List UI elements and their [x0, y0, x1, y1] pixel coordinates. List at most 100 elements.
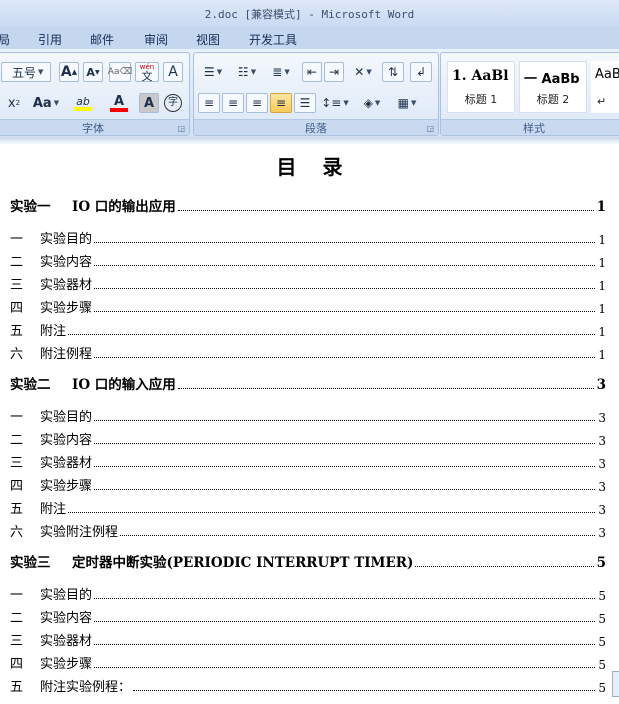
character-border-icon: A	[168, 64, 178, 80]
toc-section-entry[interactable]: 四 实验步骤 5	[10, 654, 606, 672]
toc-section-entry[interactable]: 六 实验附注例程 3	[10, 522, 606, 540]
tab-review[interactable]: 审阅	[144, 31, 168, 48]
distributed-align-icon: ☰	[299, 96, 311, 110]
paragraph-group-label: 段落	[194, 119, 438, 135]
shrink-font-icon: A	[86, 65, 95, 79]
dialog-launcher-icon[interactable]: ◲	[177, 124, 185, 133]
style-heading-1[interactable]: 1. AaBl 标题 1	[447, 61, 515, 113]
align-left-button[interactable]: ≡	[198, 93, 220, 113]
style-sample: 一 AaBb	[524, 72, 580, 87]
toc-number: 一	[10, 232, 24, 247]
toc-text: 附注例程	[40, 347, 93, 362]
show-marks-button[interactable]: ↲	[410, 62, 432, 82]
toc-section-entry[interactable]: 四 实验步骤 1	[10, 298, 606, 316]
page-title: 目录	[276, 155, 369, 179]
toc-leader-dots	[133, 689, 596, 691]
multilevel-list-button[interactable]: ≣ ▼	[266, 62, 296, 82]
highlight-button[interactable]: ab	[67, 93, 99, 113]
shrink-font-button[interactable]: A ▼	[83, 62, 103, 82]
scrollbar-handle[interactable]	[612, 671, 619, 697]
style-heading-2[interactable]: 一 AaBb 标题 2	[519, 61, 587, 113]
toc-number: 二	[10, 433, 24, 448]
clear-formatting-button[interactable]: Aa⌫	[107, 62, 133, 82]
distributed-button[interactable]: ☰	[294, 93, 316, 113]
toc-section-entry[interactable]: 一 实验目的 5	[10, 585, 606, 603]
toc-section-entry[interactable]: 二 实验内容 1	[10, 252, 606, 270]
font-color-button[interactable]: A	[103, 93, 135, 113]
character-border-button[interactable]: A	[163, 62, 183, 82]
toc-section-entry[interactable]: 二 实验内容 5	[10, 608, 606, 626]
toc-page-number: 5	[598, 589, 606, 603]
toc-section-entry[interactable]: 三 实验器材 3	[10, 453, 606, 471]
eraser-icon: Aa⌫	[107, 67, 133, 77]
toc-chapter-entry[interactable]: 实验三 定时器中断实验(PERIODIC INTERRUPT TIMER) 5	[10, 553, 606, 571]
toc-number: 三	[10, 278, 24, 293]
dialog-launcher-icon[interactable]: ◲	[426, 124, 434, 133]
toc-leader-dots	[94, 287, 596, 289]
chinese-layout-button[interactable]: ✕ ▼	[348, 62, 378, 82]
toc-number: 六	[10, 525, 24, 540]
subscript-icon: x	[7, 95, 16, 111]
shading-button[interactable]: ◈ ▼	[356, 93, 388, 113]
ribbon-tab-bar: 局 引用 邮件 审阅 视图 开发工具	[0, 27, 619, 49]
paragraph-group: ☰ ▼ ☷ ▼ ≣ ▼ ⇤ ⇥ ✕ ▼ ⇅ ↲ ≡ ≡ ≡ ≡ ☰ ↕≡ ▼ ◈…	[193, 52, 439, 136]
align-right-button[interactable]: ≡	[246, 93, 268, 113]
font-size-value: 五号	[12, 65, 37, 80]
change-case-icon: Aa	[32, 95, 52, 111]
toc-leader-dots	[94, 643, 596, 645]
toc-section-entry[interactable]: 五 附注 1	[10, 321, 606, 339]
phonetic-guide-button[interactable]: wén 文	[135, 62, 159, 82]
toc-page-number: 3	[598, 434, 606, 448]
style-normal[interactable]: AaB ↵	[591, 61, 619, 113]
toc-chapter-entry[interactable]: 实验一 IO 口的输出应用 1	[10, 197, 606, 215]
document-page[interactable]: 目录 实验一 IO 口的输出应用 1 一实验目的 1 二实验内容 1 三实验器材 1 四实验步骤 1…	[0, 145, 619, 704]
toc-leader-dots	[94, 310, 596, 312]
line-spacing-button[interactable]: ↕≡ ▼	[320, 93, 350, 113]
toc-text: 定时器中断实验(PERIODIC INTERRUPT TIMER)	[72, 555, 414, 571]
font-size-dropdown[interactable]: 五号 ▼	[1, 62, 51, 82]
toc-chapter-entry[interactable]: 实验二 IO 口的输入应用 3	[10, 375, 606, 393]
toc-leader-dots	[94, 419, 596, 421]
toc-page-number: 3	[598, 526, 606, 540]
bullets-button[interactable]: ☰ ▼	[198, 62, 228, 82]
toc-page-number: 1	[598, 348, 606, 362]
enclose-characters-button[interactable]: 字	[163, 93, 183, 113]
decrease-indent-button[interactable]: ⇤	[302, 62, 322, 82]
toc-section-entry[interactable]: 四 实验步骤 3	[10, 476, 606, 494]
subscript-button[interactable]: x2	[1, 93, 27, 113]
toc-section-entry[interactable]: 三 实验器材 5	[10, 631, 606, 649]
justify-button[interactable]: ≡	[270, 93, 292, 113]
toc-section-entry[interactable]: 六 附注例程 1	[10, 344, 606, 362]
character-shading-button[interactable]: A	[139, 93, 159, 113]
toc-section-entry[interactable]: 三 实验器材 1	[10, 275, 606, 293]
chevron-down-icon: ▼	[284, 68, 290, 76]
grow-font-button[interactable]: A ▲	[59, 62, 79, 82]
toc-text: 实验器材	[40, 634, 93, 649]
toc-number: 实验三	[10, 555, 51, 571]
tab-mailings[interactable]: 邮件	[90, 31, 114, 48]
borders-button[interactable]: ▦ ▼	[392, 93, 422, 113]
font-group: 五号 ▼ A ▲ A ▼ Aa⌫ wén 文 A x2 Aa ▼ ab A A …	[0, 52, 190, 136]
tab-view[interactable]: 视图	[196, 31, 220, 48]
toc-number: 四	[10, 479, 24, 494]
tab-layout[interactable]: 局	[0, 31, 10, 48]
tab-developer[interactable]: 开发工具	[249, 31, 297, 48]
toc-text: 实验步骤	[40, 301, 93, 316]
toc-page-number: 5	[598, 658, 606, 672]
increase-indent-button[interactable]: ⇥	[324, 62, 344, 82]
toc-number: 一	[10, 410, 24, 425]
toc-leader-dots	[94, 264, 596, 266]
character-shading-icon: A	[143, 95, 155, 111]
toc-section-entry[interactable]: 二 实验内容 3	[10, 430, 606, 448]
toc-section-entry[interactable]: 一 实验目的 1	[10, 229, 606, 247]
toc-section-entry[interactable]: 五 附注 3	[10, 499, 606, 517]
sort-button[interactable]: ⇅	[382, 62, 404, 82]
toc-section-entry[interactable]: 一 实验目的 3	[10, 407, 606, 425]
numbering-button[interactable]: ☷ ▼	[232, 62, 262, 82]
change-case-button[interactable]: Aa ▼	[31, 93, 61, 113]
align-center-button[interactable]: ≡	[222, 93, 244, 113]
multilevel-list-icon: ≣	[272, 65, 283, 79]
toc-section-entry[interactable]: 五 附注实验例程： 5	[10, 677, 606, 695]
toc-number: 一	[10, 588, 24, 603]
tab-references[interactable]: 引用	[38, 31, 62, 48]
